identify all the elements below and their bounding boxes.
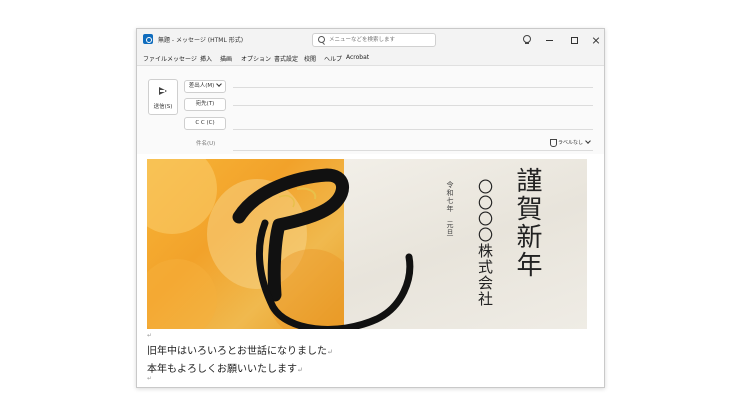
window-title: 無題 - メッセージ (HTML 形式) (158, 37, 244, 44)
sensitivity-label-button[interactable]: ラベルなし (558, 138, 591, 146)
search-input[interactable] (329, 34, 433, 46)
to-button[interactable]: 宛先(T) (184, 98, 226, 111)
paragraph-mark: ↵ (147, 375, 153, 382)
title-bar: 無題 - メッセージ (HTML 形式) (137, 29, 604, 51)
from-label: 差出人(M) (188, 83, 215, 89)
compose-header: 送信(S) 差出人(M) 宛先(T) C C (C) 件名(U) ラベルなし (137, 66, 604, 154)
chevron-down-icon (585, 138, 591, 144)
search-icon (318, 36, 325, 43)
tab-options[interactable]: オプション (241, 54, 271, 63)
tab-file[interactable]: ファイル (143, 54, 167, 63)
tab-message[interactable]: メッセージ (167, 54, 197, 63)
card-date: 令和七年 元旦 (446, 181, 454, 237)
sensitivity-label: ラベルなし (558, 140, 584, 146)
tab-review[interactable]: 校閲 (304, 54, 316, 63)
ribbon-tabs: ファイル メッセージ 挿入 描画 オプション 書式設定 校閲 ヘルプ Acrob… (137, 51, 604, 66)
outlook-compose-window: 無題 - メッセージ (HTML 形式) ファイル メッセージ 挿入 描画 オプ… (136, 28, 605, 388)
tab-format[interactable]: 書式設定 (274, 54, 298, 63)
chevron-down-icon (216, 81, 223, 87)
message-body-line-1[interactable]: 旧年中はいろいろとお世話になりました↵ (147, 342, 333, 357)
subject-field[interactable] (233, 150, 593, 151)
from-field[interactable] (233, 87, 593, 88)
search-box[interactable] (312, 33, 436, 47)
card-greeting: 謹賀新年 (512, 167, 542, 279)
tab-acrobat[interactable]: Acrobat (346, 54, 369, 61)
close-button[interactable] (589, 34, 603, 46)
from-button[interactable]: 差出人(M) (184, 80, 226, 93)
maximize-button[interactable] (567, 34, 581, 46)
send-icon (159, 87, 167, 95)
cc-field[interactable] (233, 129, 593, 130)
card-company-name: 〇〇〇〇株式会社 (476, 179, 494, 307)
to-field[interactable] (233, 105, 593, 106)
outlook-icon (143, 34, 153, 44)
tab-insert[interactable]: 挿入 (200, 54, 212, 63)
paragraph-mark: ↵ (147, 332, 153, 339)
lightbulb-icon[interactable] (523, 35, 531, 44)
cc-button[interactable]: C C (C) (184, 117, 226, 130)
subject-label: 件名(U) (196, 141, 216, 147)
message-body-line-2[interactable]: 本年もよろしくお願いいたします↵ (147, 360, 303, 375)
tab-help[interactable]: ヘルプ (324, 54, 342, 63)
tab-draw[interactable]: 描画 (220, 54, 232, 63)
send-label: 送信(S) (153, 104, 173, 110)
send-button[interactable]: 送信(S) (148, 79, 178, 115)
new-year-card-image[interactable]: 謹賀新年 〇〇〇〇株式会社 令和七年 元旦 (147, 159, 587, 329)
shield-icon[interactable] (550, 139, 557, 147)
minimize-button[interactable] (543, 34, 557, 46)
